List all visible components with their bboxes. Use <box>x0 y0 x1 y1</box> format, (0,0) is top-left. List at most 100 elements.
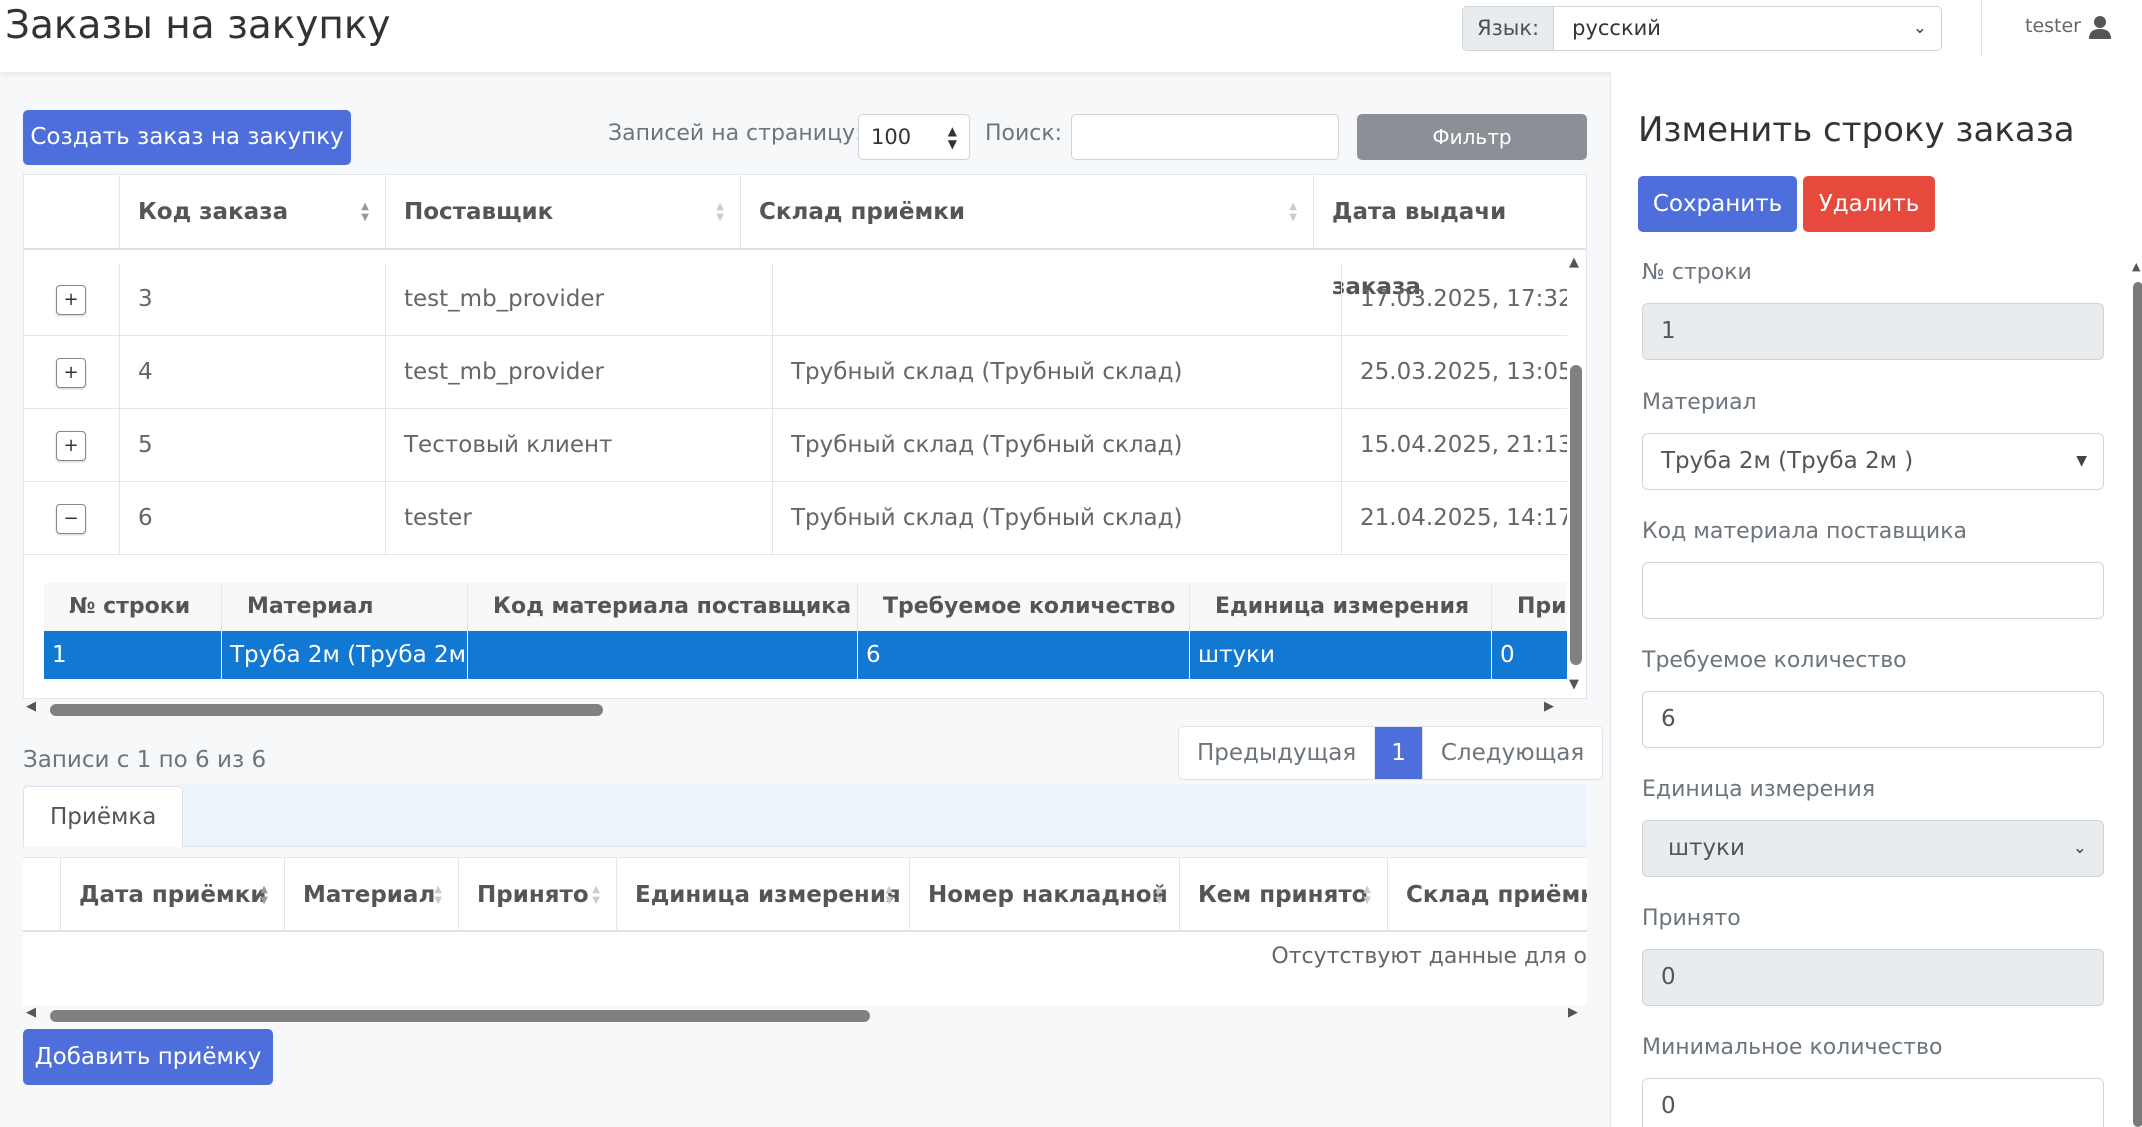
column-header-accepted-by[interactable]: Кем принято ▲ ▼ <box>1180 858 1388 932</box>
receipts-horizontal-scrollbar[interactable]: ◀ ▶ <box>23 1005 1587 1027</box>
required-qty-field[interactable]: 6 <box>1642 691 2104 748</box>
receipts-table-header: Дата приёмки ▲ ▼ Материал ▲ ▼ Принято ▲ ▼ Един… <box>23 858 1587 932</box>
min-qty-field[interactable]: 0 <box>1642 1078 2104 1127</box>
receipts-table: Дата приёмки ▲ ▼ Материал ▲ ▼ Принято ▲ ▼ Един… <box>23 857 1587 1005</box>
scroll-left-icon[interactable]: ◀ <box>26 699 36 714</box>
column-header-receipt-date[interactable]: Дата приёмки ▲ ▼ <box>61 858 285 932</box>
scroll-up-icon[interactable]: ▲ <box>2132 260 2140 273</box>
per-page-select[interactable]: 100 ▲ ▼ <box>858 114 970 160</box>
supplier-code-label: Код материала поставщика <box>1642 519 1967 544</box>
sort-icon: ▲ ▼ <box>1363 884 1371 906</box>
order-code: 6 <box>120 482 386 555</box>
supplier-code-field[interactable] <box>1642 562 2104 619</box>
next-page-button[interactable]: Следующая <box>1423 727 1602 779</box>
empty-table-message: Отсутствуют данные для о <box>1271 944 1587 969</box>
line-no-field[interactable]: 1 <box>1642 303 2104 360</box>
page-1-button[interactable]: 1 <box>1375 727 1423 779</box>
top-bar: Заказы на закупку Язык: русский ⌄ tester <box>0 0 2142 72</box>
expand-row-button[interactable]: + <box>56 285 86 315</box>
issue-date: 25.03.2025, 13:05:29 <box>1360 359 1567 385</box>
order-code: 5 <box>120 409 386 482</box>
subcolumn-material: Материал <box>222 583 468 631</box>
filter-button[interactable]: Фильтр <box>1357 114 1587 160</box>
vertical-scrollbar-thumb[interactable] <box>1570 365 1582 665</box>
column-header-order-code[interactable]: Код заказа ▲ ▼ <box>120 175 386 250</box>
collapse-row-button[interactable]: − <box>56 504 86 534</box>
column-header-supplier[interactable]: Поставщик ▲ ▼ <box>386 175 741 250</box>
warehouse <box>773 263 1342 336</box>
supplier: test_mb_provider <box>386 336 773 409</box>
line-no-label: № строки <box>1642 260 1752 285</box>
accepted-label: Принято <box>1642 906 1741 931</box>
unit-select[interactable]: штуки ⌄ <box>1642 820 2104 877</box>
sort-icon: ▲ ▼ <box>361 201 369 223</box>
save-button[interactable]: Сохранить <box>1638 176 1797 232</box>
scroll-left-icon[interactable]: ◀ <box>26 1005 36 1020</box>
accepted-field[interactable]: 0 <box>1642 949 2104 1006</box>
language-select[interactable]: русский ⌄ <box>1554 7 1941 50</box>
expand-row-button[interactable]: + <box>56 431 86 461</box>
add-receipt-button[interactable]: Добавить приёмку <box>23 1029 273 1085</box>
horizontal-scrollbar-thumb[interactable] <box>50 1010 870 1022</box>
line-supplier-code <box>468 631 858 679</box>
scroll-right-icon[interactable]: ▶ <box>1568 1005 1578 1020</box>
language-value: русский <box>1572 16 1661 40</box>
table-row[interactable]: + 5 Тестовый клиент Трубный склад (Трубн… <box>24 409 1567 482</box>
orders-table: Код заказа ▲ ▼ Поставщик ▲ ▼ Склад приёмки… <box>23 174 1587 699</box>
min-qty-label: Минимальное количество <box>1642 1035 1943 1060</box>
warehouse: Трубный склад (Трубный склад) <box>773 482 1342 555</box>
column-header-receipt-warehouse[interactable]: Склад приёмки <box>1388 858 1587 932</box>
column-header-invoice-no[interactable]: Номер накладной ▲ ▼ <box>910 858 1180 932</box>
sort-icon: ▲ ▼ <box>1155 884 1163 906</box>
expand-row-button[interactable]: + <box>56 358 86 388</box>
warehouse: Трубный склад (Трубный склад) <box>773 336 1342 409</box>
pagination: Предыдущая 1 Следующая <box>1178 726 1604 780</box>
sort-arrows-icon: ▲ ▼ <box>947 124 957 151</box>
material-label: Материал <box>1642 390 1757 415</box>
sort-icon: ▲ ▼ <box>434 884 442 906</box>
table-row[interactable]: + 3 test_mb_provider 17.03.2025, 17:32:4… <box>24 263 1567 336</box>
column-header-material[interactable]: Материал ▲ ▼ <box>285 858 459 932</box>
search-input[interactable] <box>1071 114 1339 160</box>
per-page-value: 100 <box>871 125 912 149</box>
table-row[interactable]: − 6 tester Трубный склад (Трубный склад)… <box>24 482 1567 555</box>
search-label: Поиск: <box>985 121 1063 146</box>
panel-scrollbar-thumb[interactable] <box>2133 282 2142 1127</box>
sort-icon: ▲ ▼ <box>1289 201 1297 223</box>
tabs-bar: Приёмка <box>23 784 1587 847</box>
tab-receipts[interactable]: Приёмка <box>23 786 184 847</box>
orders-table-header: Код заказа ▲ ▼ Поставщик ▲ ▼ Склад приёмки… <box>24 175 1586 300</box>
language-selector[interactable]: Язык: русский ⌄ <box>1462 6 1942 51</box>
horizontal-scrollbar[interactable]: ◀ ▶ <box>23 699 1587 721</box>
issue-date: 21.04.2025, 14:17:28 <box>1360 505 1567 531</box>
supplier: Тестовый клиент <box>386 409 773 482</box>
scroll-right-icon[interactable]: ▶ <box>1544 699 1554 714</box>
sort-icon: ▲ ▼ <box>716 201 724 223</box>
user-name[interactable]: tester <box>2025 15 2081 37</box>
scroll-down-icon[interactable]: ▼ <box>1569 677 1579 692</box>
line-accepted: 0 <box>1500 642 1515 668</box>
line-material: Труба 2м (Труба 2м ) <box>222 631 468 679</box>
subcolumn-supplier-code: Код материала поставщика <box>468 583 858 631</box>
unit-label: Единица измерения <box>1642 777 1876 802</box>
prev-page-button[interactable]: Предыдущая <box>1179 727 1376 779</box>
horizontal-scrollbar-thumb[interactable] <box>50 704 603 716</box>
create-order-button[interactable]: Создать заказ на закупку <box>23 110 351 165</box>
table-row[interactable]: + 4 test_mb_provider Трубный склад (Труб… <box>24 336 1567 409</box>
edit-order-line-panel: Изменить строку заказа Сохранить Удалить… <box>1610 72 2142 1127</box>
records-info: Записи с 1 по 6 из 6 <box>23 747 267 773</box>
column-header-issue-date[interactable]: Дата выдачи заказа <box>1314 175 1586 300</box>
receipts-select-column <box>23 858 61 932</box>
page-title: Заказы на закупку <box>5 3 391 48</box>
caret-down-icon: ▼ <box>2076 453 2087 469</box>
line-no: 1 <box>44 631 222 679</box>
column-header-unit[interactable]: Единица измерения ▲ ▼ <box>617 858 910 932</box>
material-select[interactable]: Труба 2м (Труба 2м ) ▼ <box>1642 433 2104 490</box>
column-header-accepted[interactable]: Принято ▲ ▼ <box>459 858 617 932</box>
column-header-warehouse[interactable]: Склад приёмки ▲ ▼ <box>741 175 1314 250</box>
delete-button[interactable]: Удалить <box>1803 176 1935 232</box>
scroll-up-icon[interactable]: ▲ <box>1569 255 1579 270</box>
order-line-row-selected[interactable]: 1 Труба 2м (Труба 2м ) 6 штуки 0 <box>44 631 1567 679</box>
sort-icon: ▲ ▼ <box>260 884 268 906</box>
user-icon[interactable] <box>2087 14 2113 40</box>
